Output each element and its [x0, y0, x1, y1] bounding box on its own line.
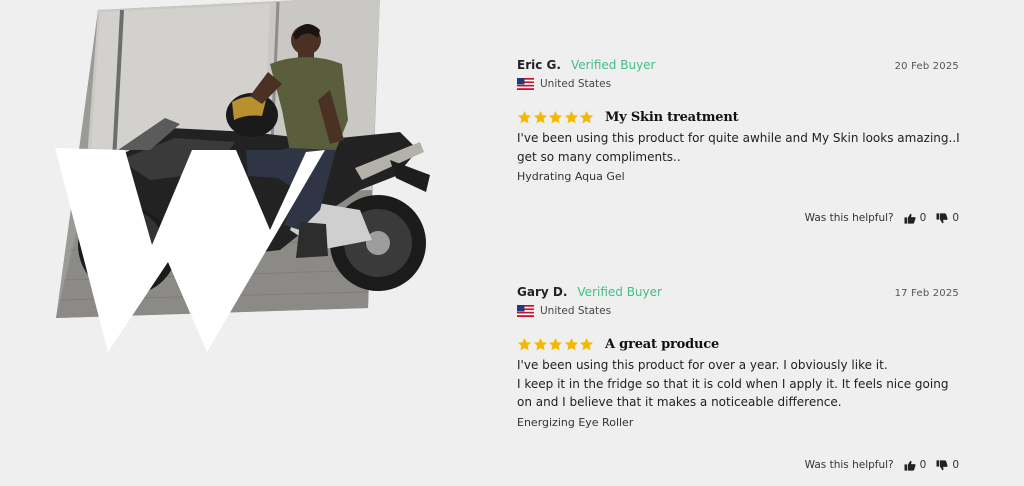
helpful-label: Was this helpful?: [804, 459, 894, 471]
star-icon: [564, 110, 578, 123]
star-icon: [549, 110, 563, 123]
review-title: My Skin treatment: [604, 109, 739, 125]
rating-row: My Skin treatment: [517, 106, 959, 128]
review-header: Gary D. Verified Buyer 17 Feb 2025: [517, 285, 959, 301]
hero-image: [0, 0, 470, 486]
star-icon: [580, 337, 594, 350]
reviewed-product: Energizing Eye Roller: [517, 415, 634, 429]
verified-badge: Verified Buyer: [577, 285, 662, 299]
review-location: United States: [517, 303, 959, 319]
rating-row: A great produce: [517, 333, 959, 355]
brand-logo: [55, 148, 325, 352]
star-icon: [533, 110, 547, 123]
reviewed-product: Hydrating Aqua Gel: [517, 170, 625, 183]
review-title: A great produce: [604, 336, 720, 352]
thumbs-up-icon[interactable]: [904, 213, 916, 224]
review-body: I've been using this product for over a …: [517, 356, 959, 412]
us-flag-icon: [517, 305, 534, 317]
review-body-line: I keep it in the fridge so that it is co…: [517, 376, 949, 391]
location-label: United States: [540, 78, 612, 90]
review-author: Eric G.: [517, 58, 561, 72]
review-item: Gary D. Verified Buyer 17 Feb 2025 Unite…: [517, 285, 959, 471]
star-rating: [517, 337, 595, 352]
helpful-up-count: 0: [919, 212, 927, 224]
helpful-label: Was this helpful?: [804, 212, 894, 224]
thumbs-down-icon[interactable]: [936, 459, 948, 471]
star-icon: [517, 110, 532, 123]
thumbs-down-icon[interactable]: [936, 212, 948, 224]
review-body: I've been using this product for quite a…: [517, 129, 960, 166]
review-body-line: on and I believe that it makes a noticea…: [517, 395, 842, 409]
review-body-line: I've been using this product for over a …: [517, 358, 888, 372]
review-body-line: get so many compliments..: [517, 149, 681, 164]
star-icon: [564, 337, 578, 350]
star-icon: [580, 110, 594, 123]
star-icon: [549, 337, 563, 350]
verified-badge: Verified Buyer: [570, 58, 656, 72]
helpful-down-count: 0: [952, 459, 959, 471]
review-date: 20 Feb 2025: [894, 61, 959, 72]
star-rating: [517, 110, 595, 125]
review-date: 17 Feb 2025: [894, 288, 959, 299]
review-body-line: I've been using this product for quite a…: [517, 131, 960, 145]
star-icon: [533, 337, 547, 350]
helpful-up-count: 0: [919, 459, 927, 471]
location-label: United States: [540, 305, 612, 317]
review-author: Gary D.: [517, 285, 568, 299]
helpful-row: Was this helpful? 0 0: [805, 212, 959, 224]
us-flag-icon: [517, 78, 534, 90]
review-header: Eric G. Verified Buyer 20 Feb 2025: [517, 58, 959, 74]
thumbs-up-icon[interactable]: [904, 460, 916, 471]
review-location: United States: [517, 76, 959, 92]
helpful-down-count: 0: [952, 212, 959, 224]
helpful-row: Was this helpful? 0 0: [805, 459, 959, 471]
review-item: Eric G. Verified Buyer 20 Feb 2025 Unite…: [517, 58, 960, 224]
star-icon: [517, 337, 532, 350]
